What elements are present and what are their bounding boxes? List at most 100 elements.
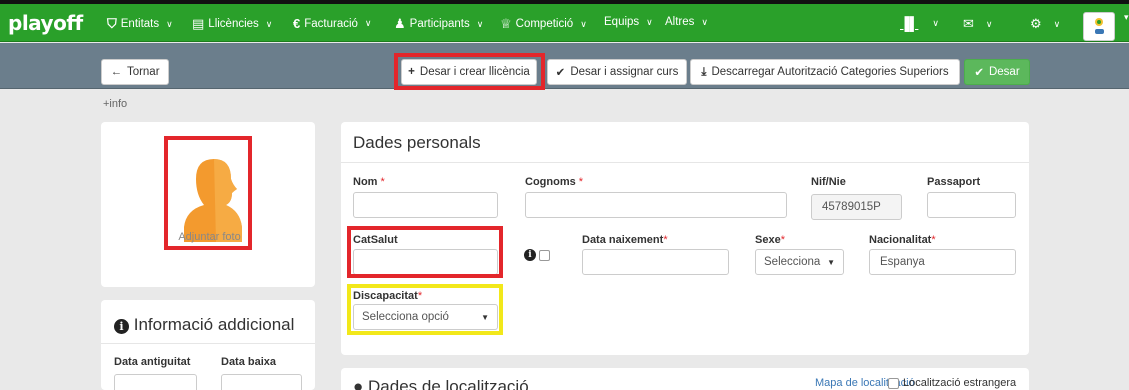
- cognoms-label: Cognoms *: [525, 176, 583, 188]
- nom-label: Nom *: [353, 176, 385, 188]
- nav-llicencies[interactable]: ▤ Llicències ∨: [192, 16, 272, 32]
- additional-info-title: Informació addicional: [133, 315, 295, 334]
- nom-input[interactable]: [353, 192, 498, 218]
- foreign-location-group: Localització estrangera: [888, 377, 1016, 389]
- download-icon: ⤓: [701, 65, 707, 78]
- bar-chart-icon: ▐▌: [900, 16, 919, 31]
- personal-data-title: Dades personals: [353, 133, 481, 152]
- save-button[interactable]: ✔ Desar: [964, 59, 1030, 85]
- foreign-location-label: Localització estrangera: [903, 377, 1017, 389]
- attach-photo-label[interactable]: Adjuntar foto: [173, 231, 246, 243]
- nom-label-text: Nom: [353, 176, 378, 188]
- chevron-down-icon: ∨: [985, 18, 993, 29]
- location-title: Dades de localització: [368, 377, 529, 390]
- sexe-label-text: Sexe: [755, 234, 781, 246]
- nav-facturacio-label: Facturació: [304, 17, 358, 30]
- catsalut-info-group: i: [524, 249, 550, 261]
- required-mark: *: [578, 176, 584, 188]
- divider: [101, 343, 315, 344]
- naixement-label: Data naixement*: [582, 234, 668, 246]
- shield-icon: ⛉: [107, 16, 117, 31]
- chevron-down-icon: ∨: [166, 18, 173, 29]
- nav-messages[interactable]: ✉ ∨: [963, 16, 993, 32]
- chevron-down-icon: ∨: [265, 18, 273, 29]
- nav-settings[interactable]: ⚙ ∨: [1030, 16, 1060, 32]
- highlight-save-create: [394, 53, 545, 90]
- chevron-down-icon: ∨: [364, 18, 372, 28]
- foreign-location-checkbox[interactable]: [888, 377, 899, 389]
- avatar-logo-icon: [1095, 17, 1104, 34]
- cognoms-label-text: Cognoms: [525, 176, 576, 188]
- nacionalitat-label: Nacionalitat*: [869, 234, 936, 246]
- euro-icon: €: [293, 16, 301, 31]
- back-button-label: Tornar: [126, 66, 160, 78]
- required-mark: *: [663, 234, 668, 246]
- location-heading: ● Dades de localització: [353, 377, 529, 390]
- sexe-select[interactable]: Selecciona ▼: [755, 249, 844, 275]
- nav-altres[interactable]: Altres ∨: [665, 16, 708, 28]
- nacionalitat-label-text: Nacionalitat: [869, 234, 932, 246]
- nav-participants[interactable]: ♟ Participants ∨: [394, 16, 483, 32]
- back-button[interactable]: ← Tornar: [101, 59, 169, 85]
- baixa-input[interactable]: [221, 374, 302, 390]
- nacionalitat-value: Espanya: [880, 256, 925, 268]
- info-circle-icon[interactable]: i: [524, 249, 536, 261]
- caret-down-icon: ▼: [827, 257, 835, 267]
- caret-extra-icon[interactable]: ▾: [1121, 12, 1129, 23]
- nif-input[interactable]: 45789015P: [811, 194, 902, 220]
- nav-participants-label: Participants: [409, 18, 470, 30]
- naixement-input[interactable]: [582, 249, 729, 275]
- divider: [341, 162, 1029, 163]
- nav-competicio-label: Competició: [515, 18, 574, 30]
- user-avatar[interactable]: [1083, 12, 1115, 41]
- id-card-icon: ▤: [192, 16, 205, 31]
- nav-entitats[interactable]: ⛉ Entitats ∨: [107, 16, 173, 32]
- check-icon: ✔: [555, 67, 566, 79]
- sexe-select-value: Selecciona: [764, 256, 821, 268]
- additional-info-heading: i Informació addicional: [114, 315, 294, 335]
- nav-equips-label: Equips: [604, 16, 640, 28]
- chevron-down-icon: ∨: [932, 18, 940, 28]
- catsalut-checkbox[interactable]: [539, 249, 550, 261]
- cognoms-input[interactable]: [525, 192, 787, 218]
- user-icon: ♟: [394, 16, 406, 31]
- antiguitat-input[interactable]: [114, 374, 197, 390]
- nif-label: Nif/Nie: [811, 176, 846, 188]
- gear-icon: ⚙: [1030, 16, 1042, 31]
- chevron-down-icon: ∨: [701, 16, 708, 27]
- passaport-label: Passaport: [927, 176, 981, 188]
- brand-logo[interactable]: playoff: [8, 11, 83, 35]
- chevron-down-icon: ∨: [580, 18, 587, 29]
- nav-altres-label: Altres: [665, 16, 695, 28]
- chevron-down-icon: ∨: [1053, 18, 1061, 29]
- required-mark: *: [380, 176, 385, 188]
- envelope-icon: ✉: [963, 16, 974, 31]
- nacionalitat-input[interactable]: Espanya: [869, 249, 1016, 275]
- person-silhouette-icon[interactable]: [176, 147, 243, 242]
- map-marker-icon: ●: [353, 377, 364, 390]
- passaport-input[interactable]: [927, 192, 1016, 218]
- nav-facturacio[interactable]: € Facturació ∨: [293, 16, 372, 31]
- chevron-down-icon: ∨: [476, 18, 484, 29]
- save-assign-course-button[interactable]: ✔ Desar i assignar curs: [547, 59, 687, 85]
- arrow-left-icon: ←: [110, 66, 122, 78]
- info-circle-icon: i: [114, 319, 129, 334]
- nif-value: 45789015P: [822, 201, 881, 213]
- download-authorization-button[interactable]: ⤓ Descarregar Autorització Categories Su…: [690, 59, 960, 85]
- highlight-discapacitat: [347, 284, 503, 335]
- more-info-link[interactable]: +info: [103, 98, 127, 110]
- main-navbar: playoff ⛉ Entitats ∨ ▤ Llicències ∨ € Fa…: [0, 4, 1129, 42]
- nav-entitats-label: Entitats: [120, 18, 160, 30]
- check-icon: ✔: [974, 67, 984, 79]
- sexe-label: Sexe*: [755, 234, 785, 246]
- nav-stats[interactable]: ▐▌ ∨: [900, 16, 939, 31]
- naixement-label-text: Data naixement: [582, 234, 664, 246]
- action-toolbar: ← Tornar + Desar i crear llicència ✔ Des…: [0, 43, 1129, 90]
- chevron-down-icon: ∨: [646, 16, 653, 27]
- highlight-catsalut: [347, 226, 503, 278]
- nav-competicio[interactable]: ♕ Competició ∨: [500, 16, 587, 32]
- download-authorization-label: Descarregar Autorització Categories Supe…: [711, 66, 949, 78]
- antiguitat-label: Data antiguitat: [114, 356, 191, 368]
- nav-equips[interactable]: Equips ∨: [604, 16, 653, 28]
- trophy-icon: ♕: [500, 16, 512, 31]
